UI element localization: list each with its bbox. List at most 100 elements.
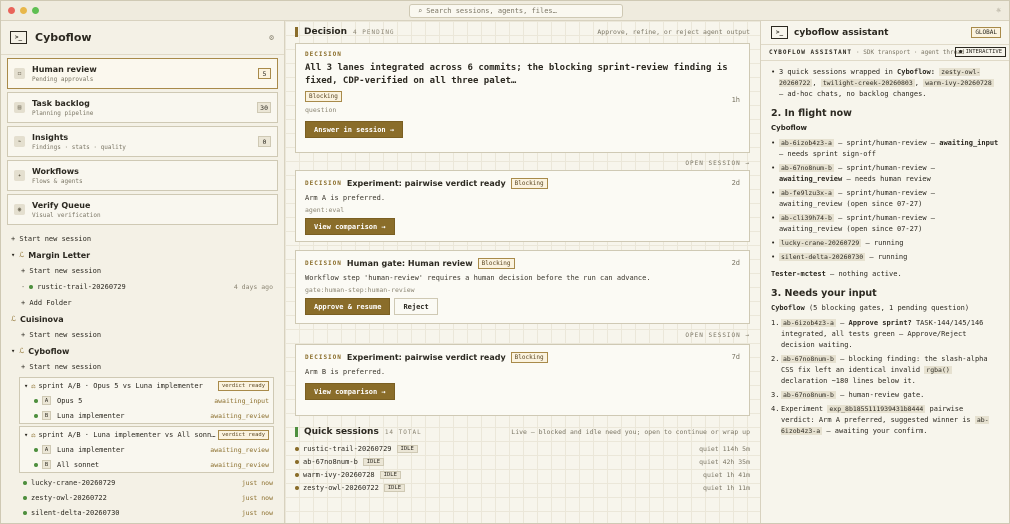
- arm-row[interactable]: A Opus 5 awaiting_input: [20, 393, 273, 408]
- assistant-label: CYBOFLOW ASSISTANT: [769, 49, 853, 56]
- add-folder-link[interactable]: + Add Folder: [1, 295, 284, 311]
- session-item[interactable]: silent-delta-20260730 just now: [1, 505, 284, 520]
- text: Approve sprint?: [848, 319, 912, 327]
- session-item[interactable]: lucky-crane-20260729 just now: [1, 475, 284, 490]
- sidebar: >_ Cyboflow ⚙ ◻ Human review Pending appr…: [1, 21, 285, 523]
- ab-run-group: ▾ ⚖ sprint A/B · Opus 5 vs Luna implemen…: [19, 377, 274, 424]
- card-meta: gate:human-step:human-review: [305, 286, 415, 294]
- chevron-down-icon: ▾: [11, 347, 16, 355]
- session-tree: + Start new session ▾ ℒ Margin Letter + …: [1, 225, 284, 520]
- arm-row[interactable]: B All sonnet awaiting_review: [20, 457, 273, 472]
- session-item[interactable]: - rustic-trail-20260729 4 days ago: [1, 279, 284, 295]
- needs-item: 1. ab-6izob4z3-a — Approve sprint? TASK-1…: [771, 319, 984, 349]
- status-dot-icon: [295, 446, 299, 451]
- arm-row[interactable]: B Luna implementer awaiting_review: [20, 408, 273, 423]
- nav-title: Verify Queue: [32, 200, 91, 210]
- open-session-link[interactable]: OPEN SESSION →: [285, 328, 760, 342]
- status-dot-icon: [34, 447, 38, 452]
- status-dot-icon: [295, 472, 299, 477]
- start-new-session-link[interactable]: + Start new session: [1, 263, 284, 279]
- minimize-window-button[interactable]: [20, 7, 27, 14]
- run-title: sprint A/B · Luna implementer vs All son…: [38, 430, 216, 439]
- inflight-item: ab-cli39h74-b — sprint/human-review — aw…: [771, 213, 999, 235]
- interactive-toggle[interactable]: ● INTERACTIVE: [954, 47, 1006, 57]
- folder-cyboflow[interactable]: ▾ ℒ Cyboflow: [1, 343, 284, 359]
- session-item[interactable]: zesty-owl-20260722 just now: [1, 490, 284, 505]
- arm-status: awaiting_review: [210, 460, 269, 469]
- total-count: 14 TOTAL: [384, 428, 422, 436]
- ab-run-header[interactable]: ▾ ⚖ sprint A/B · Opus 5 vs Luna implemen…: [20, 378, 273, 393]
- session-code: ab-67no8num-b: [779, 164, 834, 172]
- window-controls: [1, 7, 39, 14]
- nav-insights[interactable]: ⌁ Insights Findings · stats · quality 0: [7, 126, 278, 157]
- card-title: Experiment: pairwise verdict ready: [346, 179, 506, 188]
- list-icon: ▤: [14, 102, 25, 113]
- close-window-button[interactable]: [8, 7, 15, 14]
- session-time: just now: [241, 493, 273, 502]
- decision-card: DECISION Experiment: pairwise verdict re…: [295, 344, 750, 416]
- card-title: Human gate: Human review: [346, 259, 473, 268]
- view-comparison-button[interactable]: View comparison →: [305, 383, 395, 400]
- nav-task-backlog[interactable]: ▤ Task backlog Planning pipeline 30: [7, 92, 278, 123]
- title-bar: ⌕ Search sessions, agents, files… ☼: [1, 1, 1009, 21]
- quiet-time: quiet 114h 5m: [699, 444, 750, 453]
- terminal-logo-icon: >_: [10, 31, 27, 44]
- needs-item: 4. Experiment exp_8b1855111939431b8444 pa…: [771, 404, 999, 437]
- quick-session-row[interactable]: warm-ivy-20260728 IDLE quiet 1h 41m: [285, 468, 760, 481]
- app-window: ⌕ Search sessions, agents, files… ☼ >_ C…: [0, 0, 1010, 524]
- text: declaration ~180 lines below it.: [781, 377, 916, 385]
- search-icon: ⌕: [418, 7, 423, 15]
- start-new-session-link[interactable]: + Start new session: [1, 327, 284, 343]
- quick-session-row[interactable]: zesty-owl-20260722 IDLE quiet 1h 11m: [285, 481, 760, 494]
- start-new-session-link[interactable]: + Start new session: [1, 359, 284, 375]
- text: — needs human review: [846, 175, 931, 183]
- decision-card: DECISION Experiment: pairwise verdict re…: [295, 170, 750, 242]
- session-name: zesty-owl-20260722: [303, 483, 379, 492]
- item-number: 2.: [771, 355, 780, 363]
- gear-icon[interactable]: ⚙: [269, 33, 274, 42]
- text: — nothing active.: [830, 270, 902, 278]
- run-title: sprint A/B · Opus 5 vs Luna implementer: [38, 381, 203, 390]
- start-new-session-link[interactable]: + Start new session: [1, 231, 284, 247]
- folder-label: Cyboflow: [28, 346, 70, 356]
- ab-run-header[interactable]: ▾ ⚖ sprint A/B · Luna implementer vs All…: [20, 427, 273, 442]
- folder-margin-letter[interactable]: ▾ ℒ Margin Letter: [1, 247, 284, 263]
- idle-badge: IDLE: [383, 483, 406, 492]
- maximize-window-button[interactable]: [32, 7, 39, 14]
- text: — sprint/human-review —: [838, 139, 936, 147]
- arm-row[interactable]: A Luna implementer awaiting_review: [20, 442, 273, 457]
- quick-session-row[interactable]: ab-67no8num-b IDLE quiet 42h 35m: [285, 455, 760, 468]
- open-session-link[interactable]: OPEN SESSION →: [285, 156, 760, 170]
- card-age: 7d: [731, 353, 740, 361]
- item-number: 1.: [771, 319, 780, 327]
- inflight-item: ab-6izob4z3-a — sprint/human-review — aw…: [771, 138, 999, 160]
- reject-button[interactable]: Reject: [394, 298, 438, 315]
- section-hint: Approve, refine, or reject agent output: [597, 28, 750, 36]
- approve-resume-button[interactable]: Approve & resume: [305, 298, 391, 315]
- nav-human-review[interactable]: ◻ Human review Pending approvals 5: [7, 58, 278, 89]
- session-code: warm-ivy-20260728: [923, 79, 994, 87]
- section-marker: [295, 27, 298, 37]
- decision-header: Decision 4 PENDING Approve, refine, or r…: [285, 21, 760, 43]
- global-badge: GLOBAL: [971, 27, 1001, 38]
- text: (5 blocking gates, 1 pending question): [808, 304, 970, 312]
- text: — needs sprint sign-off: [779, 150, 876, 158]
- blocking-badge: Blocking: [477, 258, 515, 269]
- view-comparison-button[interactable]: View comparison →: [305, 218, 395, 235]
- quick-session-row[interactable]: rustic-trail-20260729 IDLE quiet 114h 5m: [285, 442, 760, 455]
- quiet-time: quiet 42h 35m: [699, 457, 750, 466]
- nav-verify-queue[interactable]: ◉ Verify Queue Visual verification: [7, 194, 278, 225]
- answer-in-session-button[interactable]: Answer in session →: [305, 121, 404, 138]
- nav-workflows[interactable]: ✦ Workflows Flows & agents: [7, 160, 278, 191]
- code-snippet: rgba(): [924, 366, 952, 374]
- search-input[interactable]: ⌕ Search sessions, agents, files…: [409, 4, 623, 18]
- idle-badge: IDLE: [379, 470, 401, 479]
- assistant-panel: >_ cyboflow assistant GLOBAL CYBOFLOW AS…: [761, 21, 1009, 523]
- eye-icon: ◉: [14, 204, 25, 215]
- folder-cuisinova[interactable]: ℒ Cuisinova: [1, 311, 284, 327]
- text: Cyboflow:: [897, 68, 935, 76]
- split-icon: ⚖: [31, 381, 36, 390]
- verdict-badge: verdict ready: [217, 430, 269, 440]
- settings-icon[interactable]: ☼: [996, 6, 1001, 15]
- inflight-item: lucky-crane-20260729 — running: [771, 238, 999, 249]
